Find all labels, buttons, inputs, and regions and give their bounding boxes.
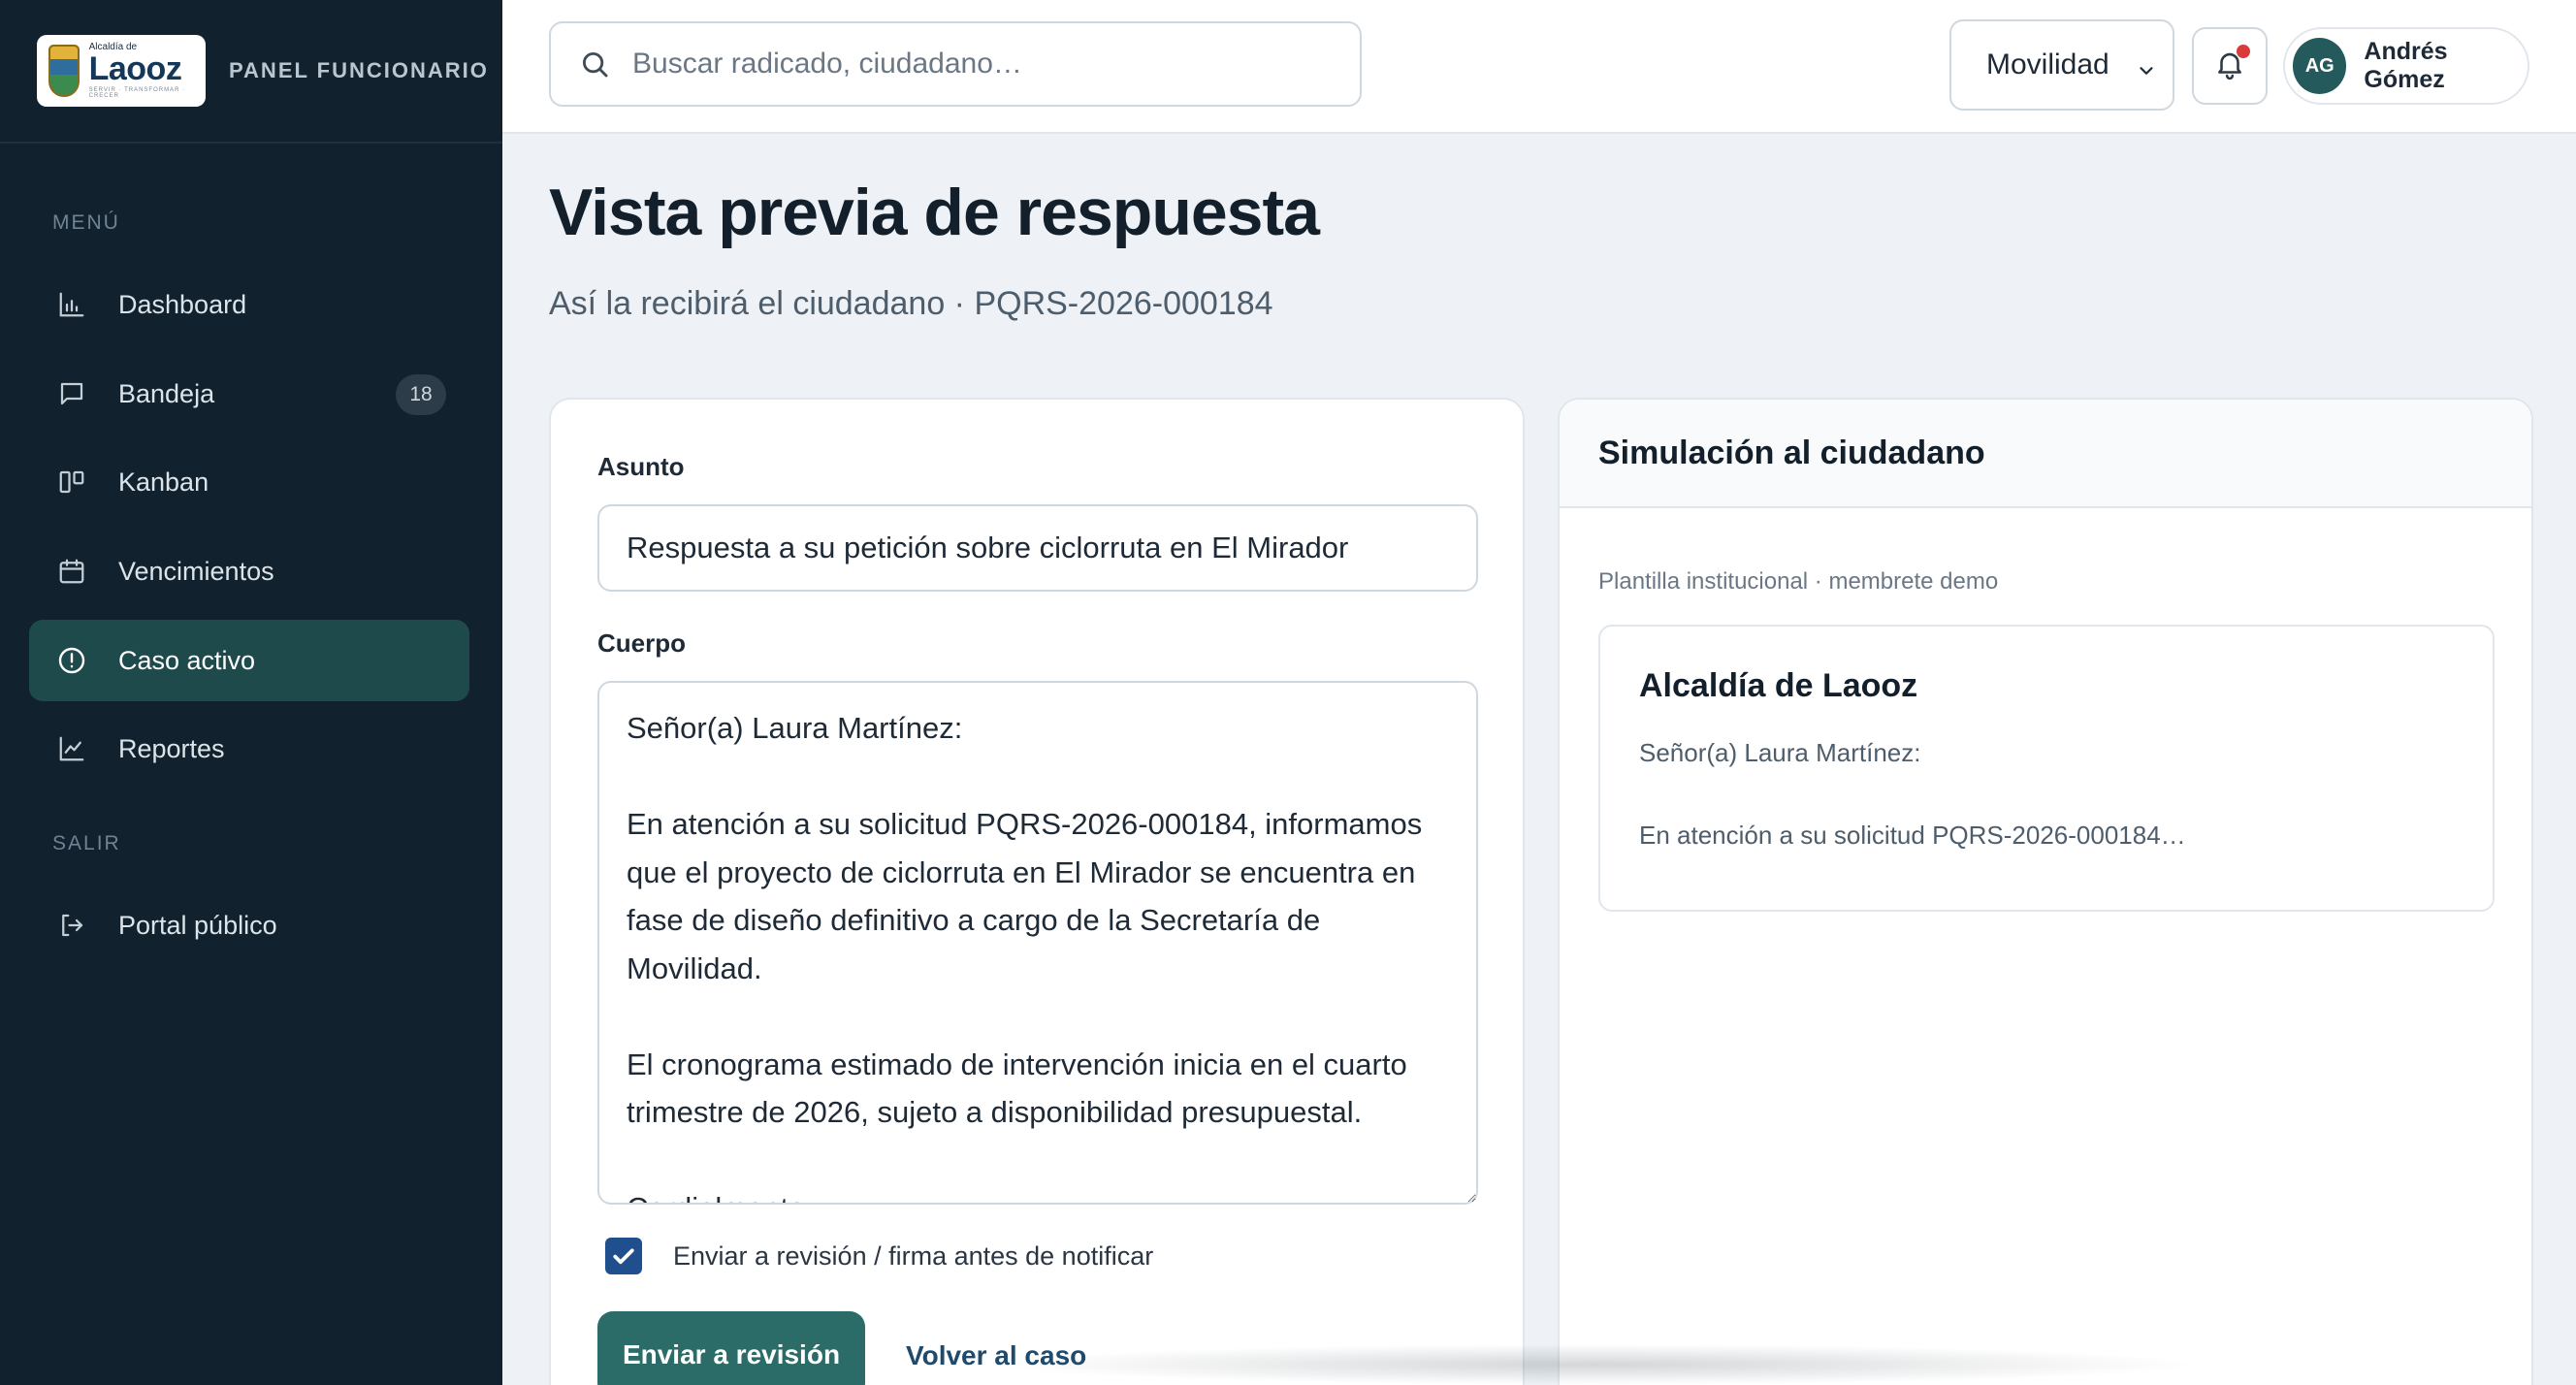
- search-icon: [578, 48, 611, 81]
- letter-greeting: Señor(a) Laura Martínez:: [1639, 738, 1921, 767]
- simulation-header: Simulación al ciudadano: [1560, 400, 2531, 508]
- logo-name: Laooz: [88, 50, 182, 87]
- simulation-title: Simulación al ciudadano: [1598, 434, 1985, 471]
- sidebar-item-bandeja[interactable]: Bandeja 18: [29, 353, 469, 435]
- brand-header: Alcaldía de Laooz SERVIR · TRANSFORMAR ·…: [0, 0, 502, 144]
- letter-preview: Alcaldía de Laooz Señor(a) Laura Martíne…: [1598, 625, 2495, 912]
- sidebar-item-label: Dashboard: [118, 289, 247, 319]
- send-to-review-button[interactable]: Enviar a revisión: [597, 1311, 865, 1385]
- inbox-icon: [54, 376, 89, 411]
- sidebar-item-label: Kanban: [118, 467, 209, 497]
- subject-label: Asunto: [597, 452, 685, 481]
- department-select-value: Movilidad: [1986, 48, 2109, 81]
- coat-of-arms-icon: [48, 45, 80, 97]
- response-editor-card: Asunto Cuerpo Señor(a) Laura Martínez: E…: [549, 398, 1525, 1385]
- calendar-icon: [54, 554, 89, 589]
- kanban-icon: [54, 465, 89, 499]
- exit-heading: SALIR: [52, 832, 121, 854]
- logout-icon: [54, 908, 89, 943]
- sidebar-item-reportes[interactable]: Reportes: [29, 708, 469, 789]
- page-title: Vista previa de respuesta: [549, 176, 1320, 249]
- panel-caption: PANEL FUNCIONARIO: [229, 58, 489, 82]
- page-subtitle: Así la recibirá el ciudadano · PQRS-2026…: [549, 285, 1273, 322]
- user-name: Andrés Gómez: [2364, 38, 2448, 93]
- bar-chart-icon: [54, 287, 89, 322]
- bottom-shadow: [989, 1344, 2202, 1385]
- search-box[interactable]: [549, 21, 1362, 107]
- letter-organization: Alcaldía de Laooz: [1639, 667, 1918, 704]
- sidebar-item-dashboard[interactable]: Dashboard: [29, 264, 469, 345]
- chevron-down-icon: [2136, 56, 2157, 78]
- sidebar-item-label: Reportes: [118, 733, 225, 763]
- sidebar-item-label: Portal público: [118, 910, 277, 940]
- review-checkbox[interactable]: [605, 1238, 642, 1274]
- checkmark-icon: [613, 1248, 634, 1265]
- sidebar-item-label: Caso activo: [118, 645, 256, 675]
- avatar: AG: [2293, 38, 2347, 94]
- template-meta: Plantilla institucional · membrete demo: [1598, 568, 1999, 595]
- body-label: Cuerpo: [597, 628, 686, 658]
- sidebar-item-kanban[interactable]: Kanban: [29, 441, 469, 523]
- topbar: Movilidad AG Andrés Gómez: [502, 0, 2576, 134]
- sidebar-item-portal-publico[interactable]: Portal público: [29, 885, 469, 966]
- review-option[interactable]: Enviar a revisión / firma antes de notif…: [605, 1238, 1153, 1274]
- sidebar-item-vencimientos[interactable]: Vencimientos: [29, 531, 469, 612]
- subject-input[interactable]: [597, 504, 1478, 592]
- citizen-simulation-card: Simulación al ciudadano Plantilla instit…: [1558, 398, 2533, 1385]
- user-menu[interactable]: AG Andrés Gómez: [2283, 27, 2529, 105]
- menu-heading: MENÚ: [52, 211, 120, 234]
- search-input[interactable]: [632, 48, 1311, 81]
- notification-dot: [2237, 45, 2250, 58]
- sidebar-item-label: Bandeja: [118, 378, 215, 408]
- review-checkbox-label: Enviar a revisión / firma antes de notif…: [673, 1240, 1154, 1271]
- alert-circle-icon: [54, 643, 89, 678]
- letter-snippet: En atención a su solicitud PQRS-2026-000…: [1639, 821, 2186, 850]
- sidebar-item-label: Vencimientos: [118, 556, 274, 586]
- body-textarea[interactable]: Señor(a) Laura Martínez: En atención a s…: [597, 681, 1478, 1205]
- notifications-button[interactable]: [2192, 27, 2268, 105]
- bandeja-count-badge: 18: [396, 374, 446, 415]
- department-select[interactable]: Movilidad: [1949, 19, 2174, 111]
- sidebar: Alcaldía de Laooz SERVIR · TRANSFORMAR ·…: [0, 0, 502, 1385]
- line-chart-icon: [54, 731, 89, 766]
- logo-tagline: SERVIR · TRANSFORMAR · CRECER: [88, 87, 186, 99]
- sidebar-item-caso-activo[interactable]: Caso activo: [29, 620, 469, 701]
- laooz-logo[interactable]: Alcaldía de Laooz SERVIR · TRANSFORMAR ·…: [37, 35, 206, 107]
